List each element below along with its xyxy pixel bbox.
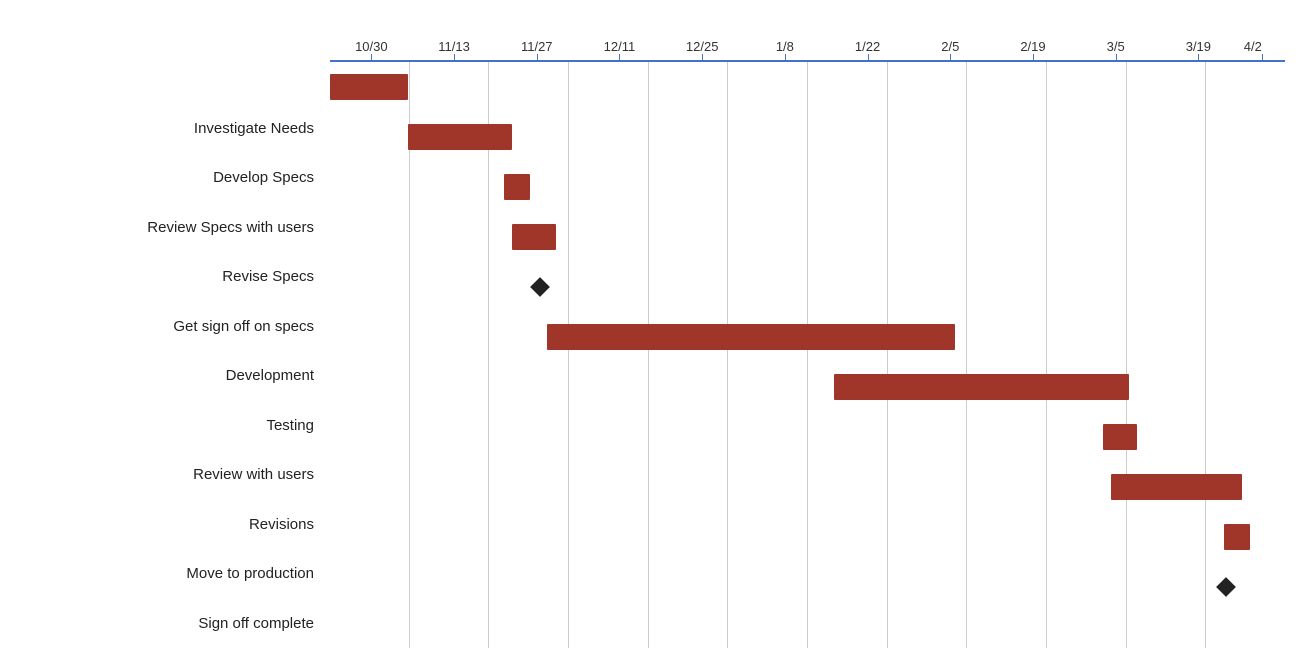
- date-label-4: 12/25: [661, 20, 744, 60]
- gantt-row-7: [330, 412, 1285, 462]
- task-bar-1: [408, 124, 512, 150]
- date-label-2: 11/27: [495, 20, 578, 60]
- date-label-6: 1/22: [826, 20, 909, 60]
- date-label-3: 12/11: [578, 20, 661, 60]
- labels-column: Investigate NeedsDevelop SpecsReview Spe…: [0, 20, 330, 648]
- task-milestone-4: [530, 277, 550, 297]
- gantt-row-10: [330, 562, 1285, 612]
- date-label-9: 3/5: [1074, 20, 1157, 60]
- gantt-row-1: [330, 112, 1285, 162]
- task-label-6: Testing: [0, 401, 330, 451]
- date-label-1: 11/13: [413, 20, 496, 60]
- task-label-2: Review Specs with users: [0, 203, 330, 253]
- task-milestone-10: [1216, 577, 1236, 597]
- task-bar-3: [512, 224, 555, 250]
- gantt-row-8: [330, 462, 1285, 512]
- task-bar-5: [547, 324, 955, 350]
- task-label-0: Investigate Needs: [0, 104, 330, 154]
- date-label-8: 2/19: [992, 20, 1075, 60]
- date-label-0: 10/30: [330, 20, 413, 60]
- task-bar-6: [834, 374, 1129, 400]
- task-label-1: Develop Specs: [0, 153, 330, 203]
- chart-container: Investigate NeedsDevelop SpecsReview Spe…: [0, 0, 1315, 668]
- task-label-5: Development: [0, 351, 330, 401]
- date-header: 10/3011/1311/2712/1112/251/81/222/52/193…: [330, 20, 1285, 62]
- gantt-row-4: [330, 262, 1285, 312]
- date-label-10: 3/19: [1157, 20, 1240, 60]
- task-bar-7: [1103, 424, 1138, 450]
- gantt-rows: [330, 62, 1285, 648]
- task-label-4: Get sign off on specs: [0, 302, 330, 352]
- gantt-row-3: [330, 212, 1285, 262]
- gantt-row-2: [330, 162, 1285, 212]
- task-bar-9: [1224, 524, 1250, 550]
- chart-inner: Investigate NeedsDevelop SpecsReview Spe…: [0, 20, 1285, 648]
- task-bar-0: [330, 74, 408, 100]
- date-label-7: 2/5: [909, 20, 992, 60]
- task-label-8: Revisions: [0, 500, 330, 550]
- task-label-3: Revise Specs: [0, 252, 330, 302]
- task-label-7: Review with users: [0, 450, 330, 500]
- gantt-row-9: [330, 512, 1285, 562]
- gantt-row-5: [330, 312, 1285, 362]
- date-label-11: 4/2: [1240, 20, 1285, 60]
- gantt-area: 10/3011/1311/2712/1112/251/81/222/52/193…: [330, 20, 1285, 648]
- gantt-row-6: [330, 362, 1285, 412]
- task-bar-2: [504, 174, 530, 200]
- task-bar-8: [1111, 474, 1241, 500]
- gantt-row-0: [330, 62, 1285, 112]
- date-label-5: 1/8: [744, 20, 827, 60]
- task-label-10: Sign off complete: [0, 599, 330, 649]
- task-label-9: Move to production: [0, 549, 330, 599]
